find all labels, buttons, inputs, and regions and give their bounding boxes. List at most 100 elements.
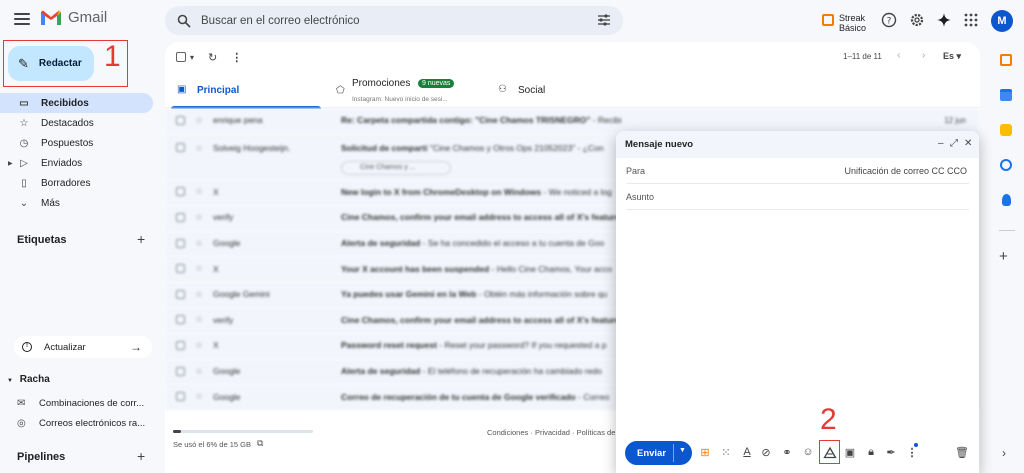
footer-links[interactable]: Condiciones · Privacidad · Políticas de [487, 428, 615, 437]
email-sender: X [213, 186, 219, 197]
gemini-sparkle-icon[interactable] [936, 12, 952, 28]
apps-grid-icon[interactable] [963, 12, 979, 28]
attachment-chip[interactable]: Cine Chamos y ... [341, 160, 451, 175]
row-checkbox[interactable] [176, 142, 185, 152]
insert-photo-icon[interactable]: ▣ [843, 446, 857, 459]
to-field[interactable]: Para Unificación de correo CC CCO [626, 158, 969, 184]
add-label-plus-icon[interactable]: + [137, 231, 145, 247]
search-icon [177, 14, 191, 28]
row-checkbox[interactable] [176, 212, 185, 222]
update-button[interactable]: ! Actualizar → [14, 336, 152, 358]
next-page-icon[interactable]: › [922, 50, 925, 61]
nav-item-snoozed[interactable]: ◷ Pospuestos [0, 133, 160, 153]
show-side-panel-icon[interactable]: › [1002, 446, 1006, 460]
star-icon[interactable]: ☆ [195, 340, 203, 351]
add-pipeline-plus-icon[interactable]: + [137, 448, 145, 464]
email-date: 12 jun [944, 115, 966, 125]
star-icon[interactable]: ☆ [195, 263, 203, 274]
search-bar[interactable]: Buscar en el correo electrónico [165, 6, 623, 35]
send-button[interactable]: Enviar ▼ [625, 441, 692, 465]
discard-trash-icon[interactable]: 🗑︎ [955, 446, 969, 459]
email-subject: Correo de recuperación de tu cuenta de G… [341, 391, 576, 402]
search-options-icon[interactable] [597, 13, 611, 27]
star-icon[interactable]: ☆ [195, 391, 203, 402]
star-icon[interactable]: ☆ [195, 289, 203, 300]
settings-gear-icon[interactable] [909, 12, 925, 28]
email-preview: Correo de recuperación de tu cuenta de G… [341, 392, 621, 402]
star-icon[interactable]: ☆ [195, 366, 203, 377]
contacts-icon[interactable] [1002, 194, 1011, 206]
external-link-icon[interactable]: ⧉ [257, 438, 263, 449]
racha-section[interactable]: ▼ Racha [7, 374, 50, 385]
compose-header[interactable]: Mensaje nuevo – ⤢ ✕ [616, 131, 979, 158]
streak-extension[interactable]: Streak Básico [822, 13, 866, 33]
cc-bcc-links[interactable]: Unificación de correo CC CCO [844, 166, 967, 176]
row-checkbox[interactable] [176, 238, 185, 248]
tab-primary[interactable]: ▣ Principal [165, 72, 328, 109]
confidential-lock-icon[interactable]: 🔒︎ [864, 446, 878, 459]
select-all-checkbox[interactable] [176, 52, 186, 62]
nav-label: Destacados [41, 117, 94, 129]
nav-item-sent[interactable]: ▶ ▷ Enviados [0, 153, 160, 173]
nav-item-inbox[interactable]: ▭ Recibidos [0, 93, 153, 113]
row-checkbox[interactable] [176, 366, 185, 376]
racha-item-tracking[interactable]: ◎ Correos electrónicos ra... [17, 414, 145, 432]
streak-template-icon[interactable]: ⊞ [698, 446, 712, 459]
star-icon[interactable]: ☆ [195, 212, 203, 223]
tab-social[interactable]: ⚇ Social [490, 72, 650, 108]
expand-icon[interactable]: ⤢ [950, 138, 958, 149]
keep-icon[interactable] [1000, 124, 1012, 136]
email-preview: Re: Carpeta compartida contigo: "Cine Ch… [341, 115, 621, 125]
racha-heading: Racha [19, 374, 50, 385]
star-icon[interactable]: ☆ [195, 115, 203, 126]
input-language-button[interactable]: Es ▾ [943, 51, 961, 62]
layouts-grid-icon[interactable]: ⁙ [719, 446, 733, 459]
row-checkbox[interactable] [176, 340, 185, 350]
more-compose-options-icon[interactable]: ⋮ [905, 446, 919, 459]
link-icon[interactable]: ⚭ [780, 446, 794, 459]
row-checkbox[interactable] [176, 264, 185, 274]
racha-item-mail-merge[interactable]: ✉ Combinaciones de corr... [17, 394, 144, 412]
subject-field[interactable]: Asunto [626, 184, 969, 210]
close-icon[interactable]: ✕ [964, 138, 972, 149]
message-body[interactable] [626, 211, 969, 431]
star-icon: ☆ [19, 117, 29, 129]
row-checkbox[interactable] [176, 289, 185, 299]
search-input[interactable]: Buscar en el correo electrónico [201, 15, 360, 27]
star-icon[interactable]: ☆ [195, 314, 203, 325]
email-subject: Ya puedes usar Gemini en la Web [341, 289, 477, 300]
account-avatar[interactable]: M [991, 10, 1013, 32]
email-row[interactable]: ☆ enrique pena Re: Carpeta compartida cont… [165, 108, 980, 134]
help-icon[interactable]: ? [881, 12, 897, 28]
send-options-icon[interactable]: ▼ [679, 447, 686, 454]
calendar-icon[interactable] [1000, 89, 1012, 101]
more-options-icon[interactable]: ⋮ [231, 51, 242, 64]
row-checkbox[interactable] [176, 392, 185, 402]
row-checkbox[interactable] [176, 187, 185, 197]
star-icon[interactable]: ☆ [195, 143, 203, 154]
main-menu-icon[interactable] [14, 11, 30, 27]
row-checkbox[interactable] [176, 315, 185, 325]
gmail-logo[interactable]: Gmail [40, 9, 107, 26]
star-icon[interactable]: ☆ [195, 186, 203, 197]
row-checkbox[interactable] [176, 115, 185, 125]
nav-item-drafts[interactable]: ▯ Borradores [0, 173, 160, 193]
nav-item-starred[interactable]: ☆ Destacados [0, 113, 160, 133]
signature-pen-icon[interactable]: ✒ [884, 446, 898, 459]
previous-page-icon[interactable]: ‹ [897, 50, 900, 61]
attach-icon[interactable]: ⊘ [759, 446, 773, 459]
nav-item-more[interactable]: ⌄ Más [0, 193, 160, 213]
email-sender: Google [213, 366, 241, 377]
tab-promotions[interactable]: ⬠ Promociones 9 nuevas Instagram: Nuevo … [328, 72, 490, 108]
new-count-badge: 9 nuevas [418, 79, 455, 88]
minimize-icon[interactable]: – [938, 138, 944, 149]
select-dropdown-icon[interactable]: ▾ [190, 53, 194, 62]
tasks-icon[interactable] [1000, 159, 1012, 171]
emoji-icon[interactable]: ☺ [801, 446, 815, 458]
star-icon[interactable]: ☆ [195, 238, 203, 249]
expand-arrow-icon[interactable]: ▶ [8, 160, 13, 167]
text-format-icon[interactable]: A [740, 446, 754, 458]
streak-panel-icon[interactable] [1000, 54, 1012, 66]
get-addons-plus-icon[interactable]: + [999, 248, 1008, 265]
refresh-icon[interactable]: ↻ [208, 51, 217, 64]
